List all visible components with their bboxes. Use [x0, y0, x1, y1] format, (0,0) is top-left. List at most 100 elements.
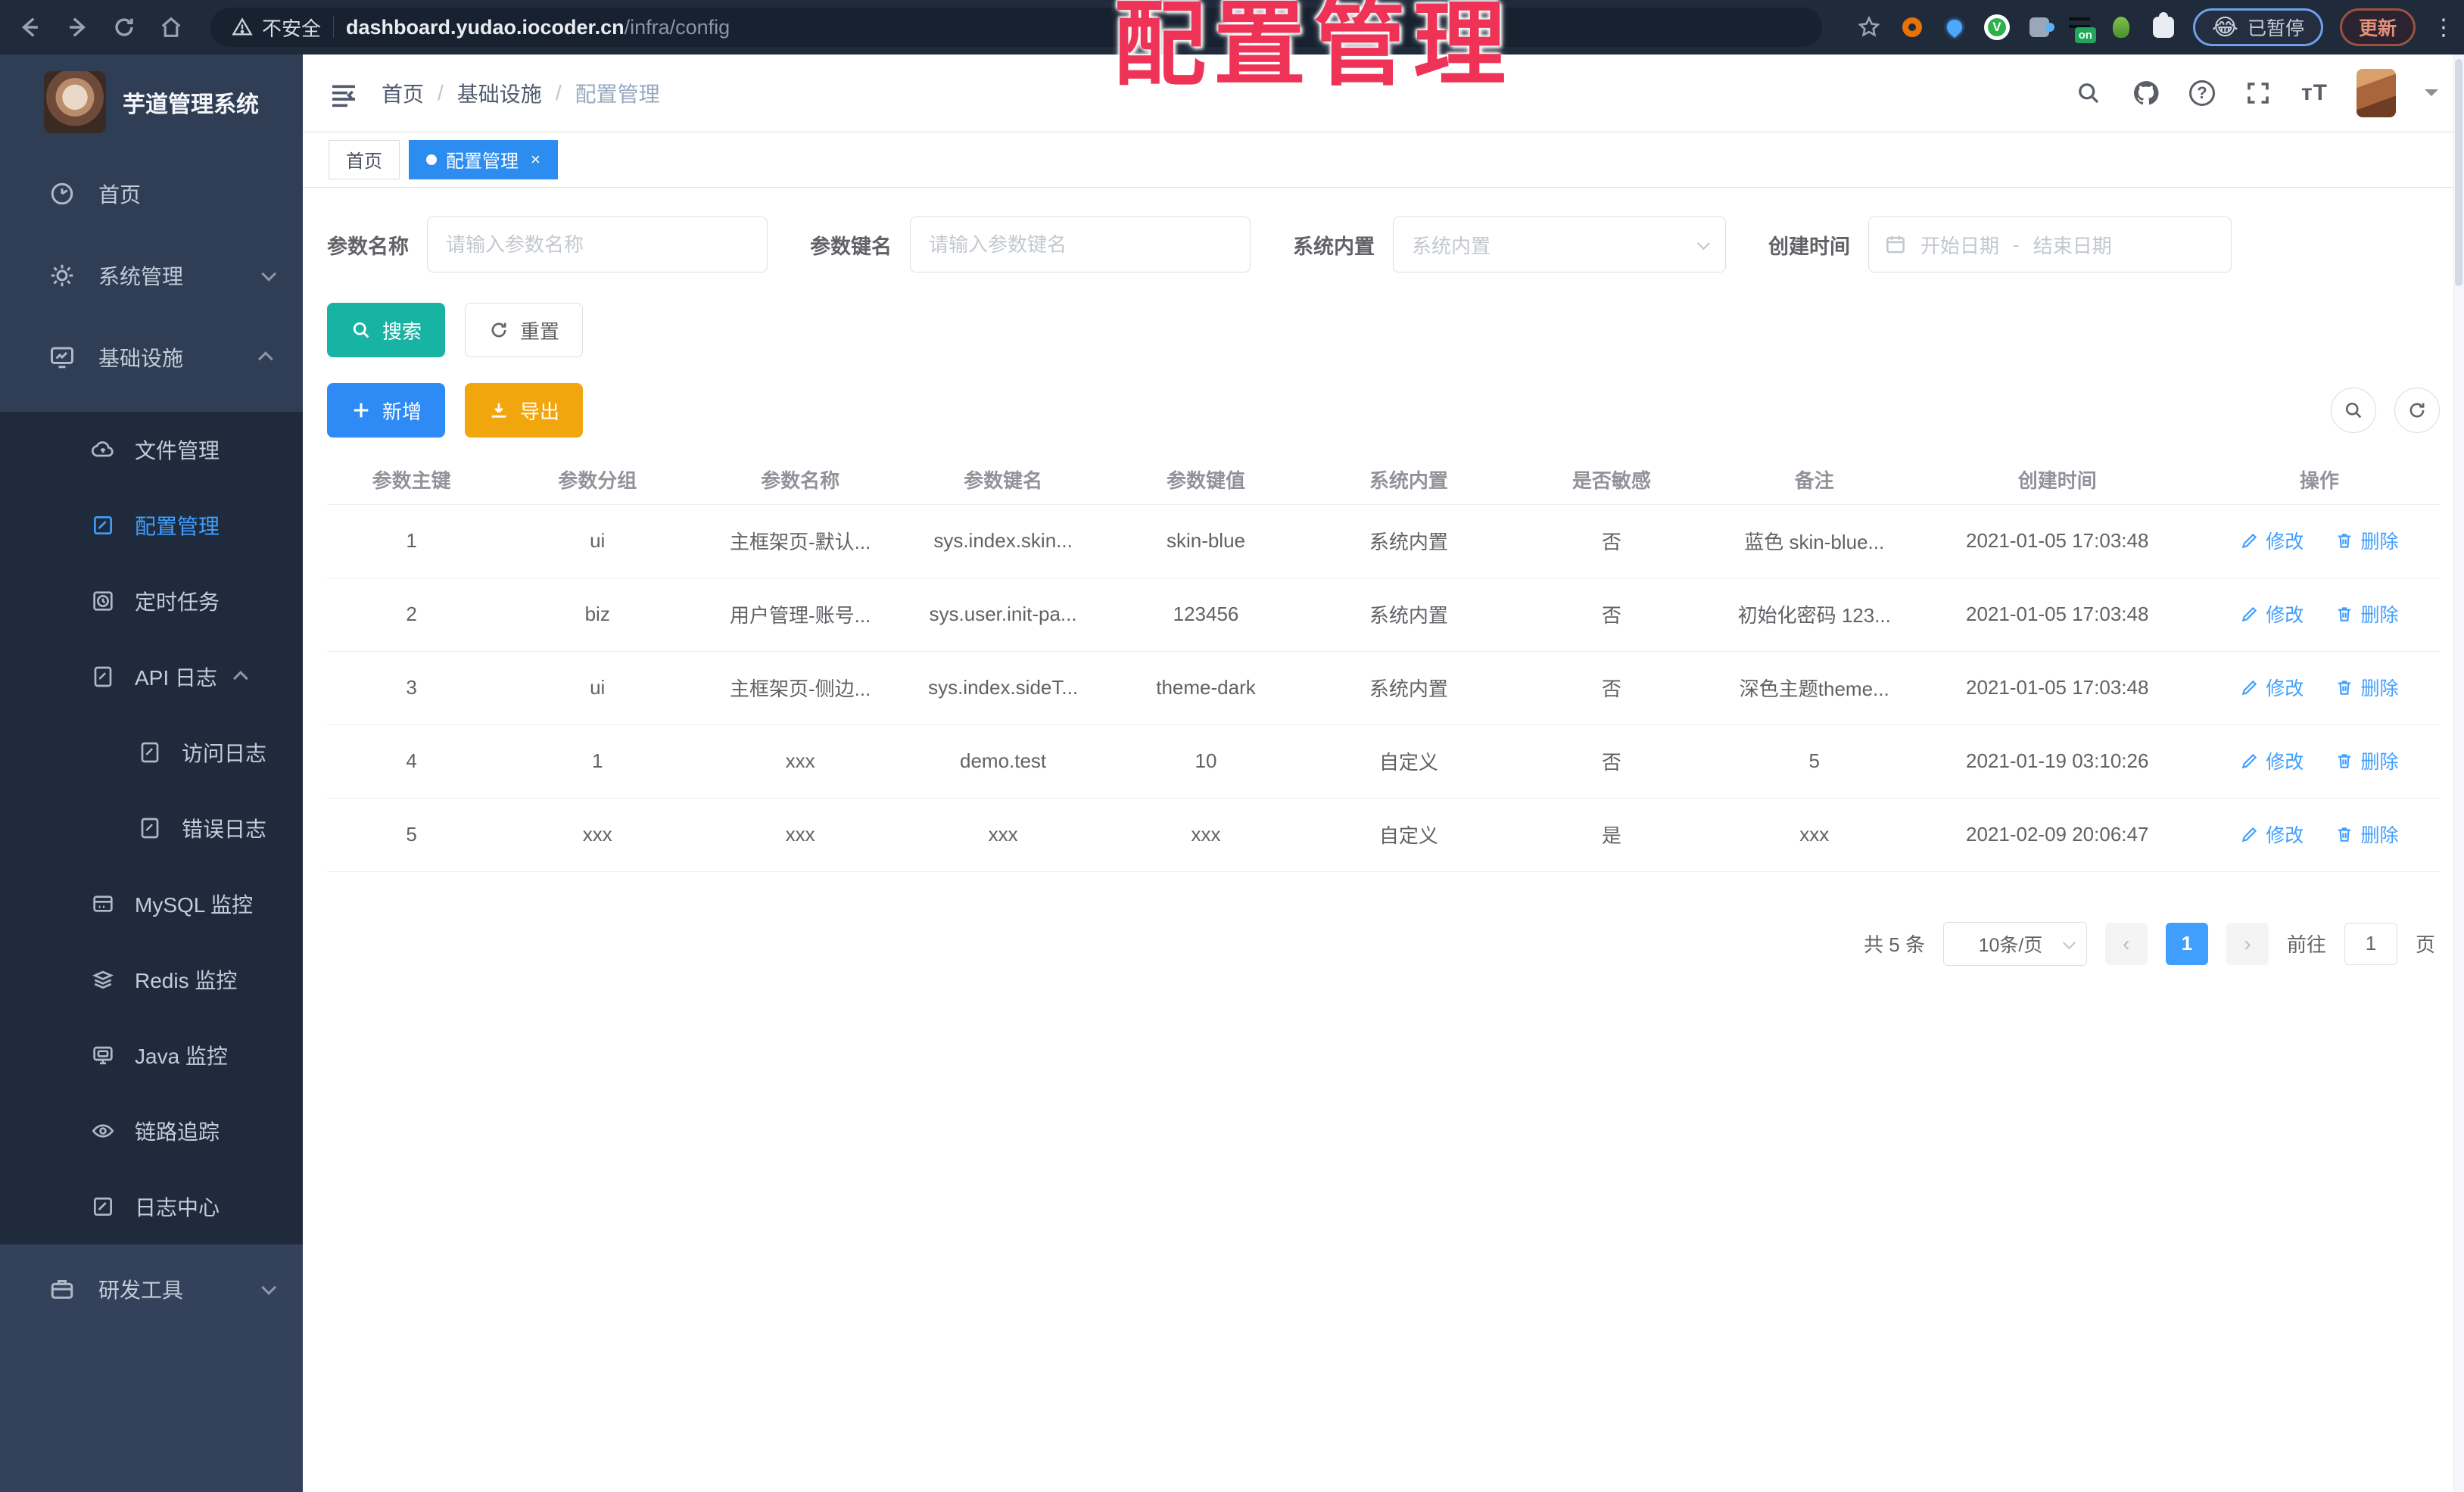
sidebar-item-mysql-monitor[interactable]: MySQL 监控	[0, 866, 303, 942]
extension-pin-icon[interactable]	[1942, 14, 1967, 40]
plus-icon	[350, 400, 372, 421]
builtin-select[interactable]: 系统内置	[1393, 216, 1726, 273]
search-button[interactable]: 搜索	[327, 303, 446, 357]
help-icon[interactable]: ?	[2188, 79, 2215, 106]
add-button[interactable]: 新增	[327, 383, 446, 438]
delete-link[interactable]: 删除	[2335, 674, 2398, 701]
sidebar-item-access-logs[interactable]: 访问日志	[0, 715, 303, 790]
delete-link[interactable]: 删除	[2335, 527, 2398, 554]
sidebar-item-api-logs[interactable]: API 日志	[0, 639, 303, 715]
page-size-select[interactable]: 10条/页	[1942, 921, 2087, 966]
sidebar-item-label: API 日志	[135, 666, 217, 690]
sidebar-item-log-center[interactable]: 日志中心	[0, 1169, 303, 1244]
extension-puzzle-blue-icon[interactable]	[2026, 14, 2054, 40]
search-icon[interactable]	[2074, 79, 2103, 107]
edit-link[interactable]: 修改	[2240, 747, 2304, 774]
cell-ops: 修改 删除	[2198, 798, 2440, 872]
toggle-search-button[interactable]	[2331, 388, 2376, 433]
prev-page-button[interactable]: ‹	[2104, 922, 2148, 965]
cell-builtin: 系统内置	[1307, 578, 1510, 652]
reset-button[interactable]: 重置	[465, 303, 584, 357]
font-size-icon[interactable]: тT	[2301, 80, 2328, 106]
app-logo-row[interactable]: 芋道管理系统	[0, 55, 303, 153]
table-toolbar	[2331, 388, 2440, 433]
current-page-button[interactable]: 1	[2165, 922, 2208, 965]
col-header-group: 参数分组	[496, 456, 699, 505]
edit-link[interactable]: 修改	[2240, 600, 2304, 628]
cell-value: skin-blue	[1104, 504, 1307, 578]
cell-id: 1	[327, 504, 497, 578]
forward-icon[interactable]	[64, 14, 91, 41]
cell-created: 2021-02-09 20:06:47	[1915, 798, 2199, 872]
breadcrumb-infrastructure[interactable]: 基础设施	[457, 78, 542, 108]
start-date-placeholder: 开始日期	[1920, 234, 2000, 257]
timer-icon	[91, 589, 115, 613]
cell-created: 2021-01-05 17:03:48	[1915, 651, 2199, 725]
github-icon[interactable]	[2132, 79, 2160, 107]
edit-link[interactable]: 修改	[2240, 527, 2304, 554]
breadcrumb-home[interactable]: 首页	[382, 78, 424, 108]
next-page-button[interactable]: ›	[2226, 922, 2269, 965]
tab-config-management[interactable]: 配置管理 ×	[409, 139, 558, 179]
sidebar-item-file-management[interactable]: 文件管理	[0, 412, 303, 487]
cell-value: 10	[1104, 724, 1307, 799]
config-table: 参数主键 参数分组 参数名称 参数键名 参数键值 系统内置 是否敏感 备注 创建…	[327, 456, 2440, 872]
sidebar-item-tracing[interactable]: 链路追踪	[0, 1093, 303, 1169]
chevron-down-icon	[2062, 936, 2076, 949]
sidebar-collapse-icon[interactable]	[329, 80, 359, 107]
reload-icon[interactable]	[111, 14, 138, 41]
edit-link[interactable]: 修改	[2240, 821, 2304, 848]
export-button[interactable]: 导出	[465, 383, 584, 438]
caret-down-icon[interactable]	[2425, 89, 2438, 103]
security-status[interactable]: 不安全	[232, 14, 321, 42]
cell-ops: 修改 删除	[2198, 724, 2440, 799]
sidebar-item-label: 错误日志	[182, 818, 267, 841]
app-logo	[44, 71, 106, 133]
chevron-down-icon	[1696, 237, 1710, 251]
delete-link[interactable]: 删除	[2335, 747, 2398, 774]
extension-orange-icon[interactable]	[1899, 14, 1925, 40]
tab-home[interactable]: 首页	[329, 139, 400, 179]
date-range-picker[interactable]: 开始日期 - 结束日期	[1868, 216, 2232, 273]
url-text[interactable]: dashboard.yudao.iocoder.cn/infra/config	[346, 16, 730, 39]
extension-green-check-icon[interactable]: V	[1983, 14, 2010, 40]
tab-close-icon[interactable]: ×	[531, 150, 540, 170]
delete-link[interactable]: 删除	[2335, 821, 2398, 848]
profile-paused-badge[interactable]: 😂 已暂停	[2192, 8, 2323, 46]
goto-page-input[interactable]	[2344, 922, 2397, 965]
home-icon[interactable]	[157, 14, 185, 41]
bookmark-star-icon[interactable]	[1855, 14, 1883, 41]
address-bar[interactable]: 不安全 dashboard.yudao.iocoder.cn/infra/con…	[210, 8, 1822, 47]
sidebar-item-infrastructure[interactable]: 基础设施	[0, 316, 303, 398]
sidebar-item-error-logs[interactable]: 错误日志	[0, 790, 303, 866]
cell-remark: 蓝色 skin-blue...	[1712, 504, 1916, 578]
browser-menu-icon[interactable]: ⋮	[2432, 14, 2455, 41]
extensions-puzzle-icon[interactable]	[2151, 12, 2176, 40]
refresh-table-button[interactable]	[2394, 388, 2440, 433]
sidebar-item-home[interactable]: 首页	[0, 153, 303, 235]
infrastructure-icon	[48, 344, 76, 371]
chevron-down-icon	[261, 266, 277, 282]
scrollbar-thumb[interactable]	[2455, 59, 2462, 286]
delete-link[interactable]: 删除	[2335, 600, 2398, 628]
edit-link[interactable]: 修改	[2240, 674, 2304, 701]
sidebar-item-redis-monitor[interactable]: Redis 监控	[0, 942, 303, 1017]
cell-remark: 初始化密码 123...	[1712, 578, 1916, 652]
browser-update-button[interactable]: 更新	[2339, 8, 2416, 46]
divider	[333, 17, 335, 38]
sidebar-item-scheduled-tasks[interactable]: 定时任务	[0, 563, 303, 639]
sidebar-item-java-monitor[interactable]: Java 监控	[0, 1017, 303, 1093]
sidebar: 芋道管理系统 首页 系统管理 基础设施 文件管理 配置管理 定时任务 API 日…	[0, 55, 303, 1492]
sidebar-item-dev-tools[interactable]: 研发工具	[0, 1244, 303, 1334]
back-icon[interactable]	[17, 14, 44, 41]
param-name-input[interactable]	[427, 216, 768, 273]
sidebar-item-config-management[interactable]: 配置管理	[0, 487, 303, 563]
extension-sprout-icon[interactable]	[2108, 14, 2134, 40]
user-avatar[interactable]	[2357, 68, 2396, 117]
param-key-input[interactable]	[910, 216, 1251, 273]
main-scrollbar[interactable]	[2453, 55, 2464, 1492]
cell-id: 2	[327, 578, 497, 652]
extension-on-badge-icon[interactable]: on	[2068, 17, 2096, 43]
sidebar-item-system-management[interactable]: 系统管理	[0, 235, 303, 316]
fullscreen-icon[interactable]	[2244, 79, 2272, 107]
